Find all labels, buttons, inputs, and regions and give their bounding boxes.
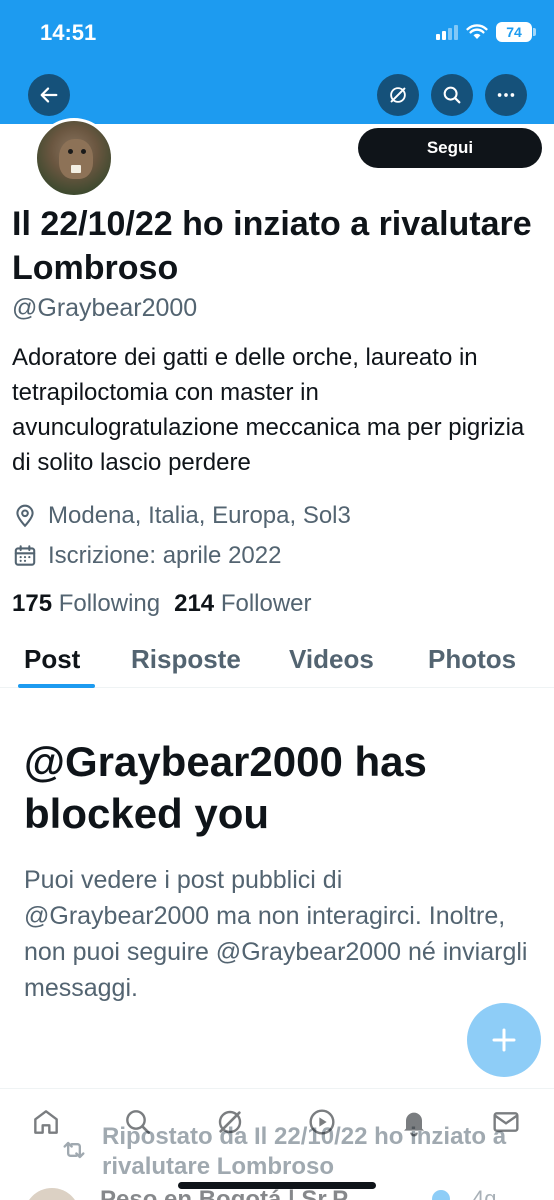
play-icon[interactable] (306, 1106, 338, 1138)
calendar-icon (14, 545, 36, 566)
more-icon (497, 93, 515, 97)
profile-bio: Adoratore dei gatti e delle orche, laure… (12, 344, 525, 476)
grok-icon[interactable] (214, 1106, 246, 1138)
follow-button[interactable]: Segui (358, 128, 542, 168)
follow-counts: 175 Following 214 Follower (12, 590, 312, 618)
arrow-left-icon (40, 87, 58, 103)
bell-icon[interactable] (398, 1106, 430, 1138)
blocked-description: Puoi vedere i post pubblici di @Graybear… (24, 866, 528, 1002)
status-time: 14:51 (40, 20, 97, 45)
more-button[interactable] (485, 74, 527, 116)
location-pin-icon (16, 504, 34, 528)
profile-location: Modena, Italia, Europa, Sol3 (12, 502, 351, 530)
search-button[interactable] (431, 74, 473, 116)
avatar[interactable] (34, 118, 114, 198)
tab-post[interactable]: Post (24, 644, 80, 675)
search-icon (443, 86, 461, 104)
avatar-marmot (59, 139, 93, 179)
grok-button[interactable] (377, 74, 419, 116)
home-indicator (178, 1182, 376, 1189)
active-tab-indicator (18, 684, 95, 688)
followers-label: Follower (220, 590, 312, 617)
home-icon[interactable] (30, 1106, 62, 1138)
profile-handle: @Graybear2000 (12, 294, 198, 322)
profile-tabs: Post Risposte Videos Photos (0, 636, 554, 688)
profile-banner: 14:51 74 (0, 0, 554, 124)
signal-icon (436, 24, 458, 40)
mail-icon[interactable] (490, 1106, 522, 1138)
blocked-title: @Graybear2000 has blocked you (24, 738, 427, 837)
followers-link[interactable]: 214 Follower (174, 590, 311, 618)
following-link[interactable]: 175 Following (12, 590, 160, 618)
following-label: Following (58, 590, 161, 617)
divider (0, 1088, 554, 1089)
search-icon[interactable] (122, 1106, 154, 1138)
display-name: Il 22/10/22 ho inziato a rivalutare Lomb… (12, 205, 532, 287)
grok-icon (390, 87, 406, 103)
avatar-eye (68, 149, 73, 154)
wifi-icon (466, 24, 488, 39)
plus-icon (492, 1028, 516, 1052)
avatar-eye (81, 149, 86, 154)
compose-button[interactable] (467, 1003, 541, 1077)
followers-count: 214 (174, 590, 215, 617)
profile-joined: Iscrizione: aprile 2022 (12, 542, 281, 570)
avatar-teeth (71, 165, 81, 173)
status-indicators: 74 (436, 22, 536, 42)
tab-videos[interactable]: Videos (289, 644, 374, 675)
following-count: 175 (12, 590, 53, 617)
battery-indicator: 74 (496, 22, 536, 42)
joined-text: Iscrizione: aprile 2022 (48, 542, 282, 569)
tab-photos[interactable]: Photos (428, 644, 516, 675)
location-text: Modena, Italia, Europa, Sol3 (48, 502, 351, 529)
tab-risposte[interactable]: Risposte (131, 644, 241, 675)
back-button[interactable] (28, 74, 70, 116)
